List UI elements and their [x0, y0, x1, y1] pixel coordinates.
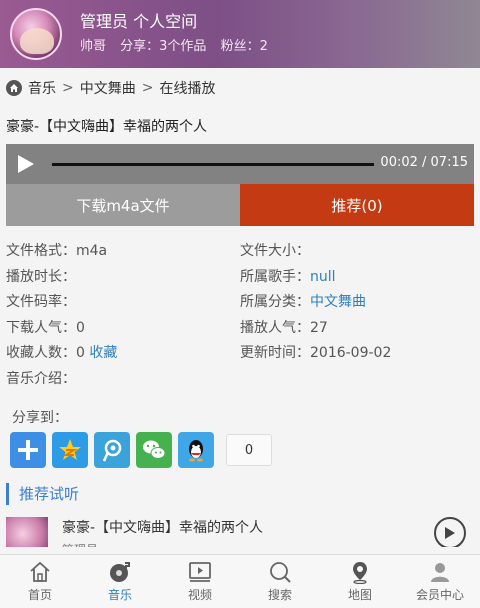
info-label: 更新时间：	[240, 345, 310, 361]
info-duration: 播放时长：	[6, 266, 240, 292]
list-item-sub: 管理员	[62, 539, 263, 547]
tencent-weibo-icon[interactable]	[94, 432, 130, 468]
play-icon	[18, 155, 34, 173]
info-value: 0	[76, 319, 85, 336]
recommend-heading: 推荐试听	[6, 483, 474, 505]
tab-music[interactable]: 音乐	[80, 555, 160, 608]
info-format: 文件格式：m4a	[6, 240, 240, 266]
info-label: 文件格式：	[6, 243, 76, 259]
share-label: 分享到：	[12, 410, 68, 426]
song-thumbnail[interactable]	[6, 517, 48, 547]
breadcrumb-music[interactable]: 音乐	[28, 78, 56, 98]
info-label: 播放人气：	[240, 319, 310, 336]
info-label: 收藏人数：	[6, 345, 76, 361]
profile-stats: 帅哥 分享：3个作品 粉丝：2	[80, 37, 278, 57]
tab-label: 首页	[27, 588, 52, 602]
info-updated: 更新时间：2016-09-02	[240, 342, 474, 368]
list-item-text: 豪豪-【中文嗨曲】幸福的两个人 管理员	[62, 517, 263, 547]
info-intro: 音乐介绍：	[6, 368, 240, 394]
song-title: 豪豪-【中文嗨曲】幸福的两个人	[6, 119, 208, 135]
breadcrumb-category[interactable]: 中文舞曲	[80, 78, 136, 98]
list-item[interactable]: 豪豪-【中文嗨曲】幸福的两个人 管理员	[0, 517, 480, 547]
wechat-icon[interactable]	[136, 432, 172, 468]
profile-fans-count[interactable]: 粉丝：2	[221, 39, 268, 54]
info-plays: 播放人气：27	[240, 317, 474, 343]
qq-icon[interactable]	[178, 432, 214, 468]
share-more-icon[interactable]	[10, 432, 46, 468]
info-label: 播放时长：	[6, 268, 76, 285]
info-label: 下载人气：	[6, 319, 76, 336]
breadcrumb-separator: >	[141, 80, 154, 96]
user-icon	[431, 563, 449, 582]
info-value: 2016-09-02	[310, 345, 392, 361]
home-icon[interactable]	[6, 80, 22, 96]
singer-link[interactable]: null	[310, 269, 336, 285]
tab-video[interactable]: 视频	[160, 555, 240, 608]
favorite-link[interactable]: 收藏	[89, 345, 117, 361]
info-singer: 所属歌手：null	[240, 266, 474, 292]
tab-label: 地图	[347, 588, 372, 602]
breadcrumb: 音乐 > 中文舞曲 > 在线播放	[0, 68, 480, 108]
file-info: 文件格式：m4a 文件大小： 播放时长： 所属歌手：null 文件码率： 所属分…	[0, 226, 480, 393]
avatar[interactable]	[10, 8, 62, 60]
list-item-title[interactable]: 豪豪-【中文嗨曲】幸福的两个人	[62, 517, 263, 539]
tab-label: 会员中心	[415, 588, 464, 602]
info-category: 所属分类：中文舞曲	[240, 291, 474, 317]
profile-nick: 帅哥	[80, 39, 107, 54]
profile-info: 管理员 个人空间 帅哥 分享：3个作品 粉丝：2	[80, 11, 278, 57]
info-label: 文件码率：	[6, 294, 76, 310]
music-disc-icon	[110, 562, 130, 582]
breadcrumb-separator: >	[62, 80, 74, 96]
info-value: 27	[310, 319, 328, 336]
qzone-icon[interactable]	[52, 432, 88, 468]
tab-label: 视频	[187, 588, 212, 602]
tab-map[interactable]: 地图	[320, 555, 400, 608]
info-label: 所属歌手：	[240, 268, 310, 285]
info-bitrate: 文件码率：	[6, 291, 240, 317]
breadcrumb-current: 在线播放	[159, 81, 216, 97]
info-favs: 收藏人数：0 收藏	[6, 342, 240, 368]
play-circle-button[interactable]	[434, 517, 466, 547]
tab-label: 搜索	[267, 588, 292, 602]
video-icon	[189, 562, 211, 582]
info-value: 0	[76, 345, 85, 361]
bottom-tabbar: 首页 音乐 视频 搜索 地图 会员中心	[0, 554, 480, 608]
profile-title[interactable]: 管理员 个人空间	[80, 11, 278, 33]
info-size: 文件大小：	[240, 240, 474, 266]
progress-bar[interactable]	[52, 163, 374, 166]
info-label: 文件大小：	[240, 243, 310, 259]
play-button[interactable]	[6, 144, 46, 184]
tab-member[interactable]: 会员中心	[400, 555, 480, 608]
profile-header: 管理员 个人空间 帅哥 分享：3个作品 粉丝：2	[0, 0, 480, 68]
search-icon	[270, 562, 291, 583]
info-label: 所属分类：	[240, 294, 310, 310]
tab-home[interactable]: 首页	[0, 555, 80, 608]
action-buttons: 下载m4a文件 推荐(0)	[6, 184, 474, 226]
playback-time: 00:02 / 07:15	[380, 155, 468, 170]
category-link[interactable]: 中文舞曲	[310, 294, 366, 310]
recommend-button[interactable]: 推荐(0)	[240, 184, 474, 226]
play-icon	[445, 527, 455, 539]
share-count: 0	[226, 434, 272, 466]
info-label: 音乐介绍：	[6, 370, 76, 387]
download-button[interactable]: 下载m4a文件	[6, 184, 240, 226]
share-bar: 0	[0, 429, 480, 471]
info-downloads: 下载人气：0	[6, 317, 240, 343]
tab-label: 音乐	[107, 588, 132, 602]
profile-share-count[interactable]: 分享：3个作品	[120, 39, 206, 54]
audio-player: 00:02 / 07:15	[6, 144, 474, 184]
tab-search[interactable]: 搜索	[240, 555, 320, 608]
home-icon	[30, 561, 50, 582]
map-pin-icon	[353, 562, 367, 584]
info-value: m4a	[76, 243, 108, 259]
